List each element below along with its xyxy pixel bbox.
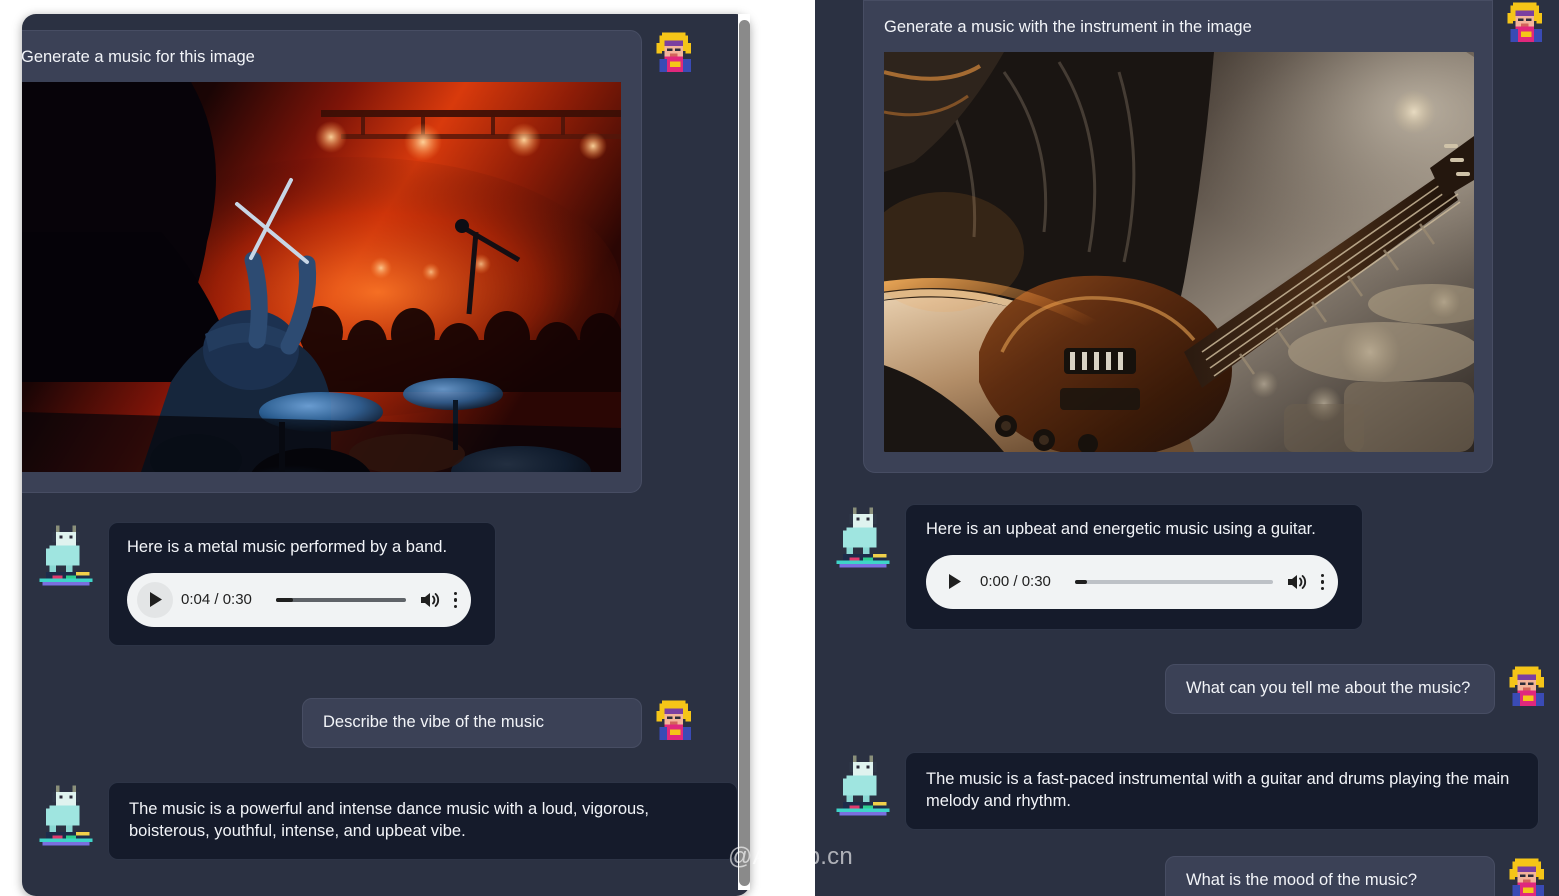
user-avatar — [654, 698, 696, 744]
user-text-bubble: What is the mood of the music? — [1165, 856, 1495, 896]
audio-progress-bar[interactable] — [1074, 579, 1273, 584]
audio-progress-fill — [1074, 579, 1087, 584]
user-avatar — [1505, 0, 1547, 46]
audio-time-label: 0:04 / 0:30 — [181, 590, 252, 608]
user-text: Describe the vibe of the music — [323, 713, 545, 731]
user-image-prompt-bubble: Generate a music for this image — [22, 30, 642, 494]
assistant-audio-text: Here is an upbeat and energetic music us… — [926, 520, 1316, 538]
user-text: What can you tell me about the music? — [1186, 679, 1471, 697]
assistant-audio-bubble: Here is a metal music performed by a ban… — [108, 522, 496, 646]
audio-progress-fill — [275, 597, 293, 602]
message-row-assistant-audio: Here is a metal music performed by a ban… — [36, 522, 696, 646]
user-avatar — [654, 30, 696, 76]
more-options-icon[interactable] — [453, 591, 457, 609]
message-row-user-image-prompt: Generate a music with the instrument in … — [827, 0, 1547, 474]
assistant-audio-bubble: Here is an upbeat and energetic music us… — [905, 504, 1363, 630]
user-text-bubble: Describe the vibe of the music — [302, 698, 642, 748]
message-row-user-text-2: What is the mood of the music? — [827, 856, 1549, 896]
assistant-audio-text: Here is a metal music performed by a ban… — [127, 538, 448, 556]
right-conversation-panel: Generate a music with the instrument in … — [815, 0, 1559, 896]
audio-progress-bar[interactable] — [275, 597, 406, 602]
user-text: What is the mood of the music? — [1186, 871, 1418, 889]
left-chat-scroll[interactable]: Generate a music for this image Here is … — [22, 14, 750, 896]
message-row-user-text-1: Describe the vibe of the music — [38, 698, 696, 748]
message-row-assistant-text-1: The music is a powerful and intense danc… — [36, 782, 750, 860]
left-panel-scrollbar-thumb[interactable] — [739, 20, 750, 886]
message-row-assistant-audio: Here is an upbeat and energetic music us… — [833, 504, 1553, 630]
message-row-assistant-text-1: The music is a fast-paced instrumental w… — [833, 752, 1555, 830]
more-options-icon[interactable] — [1320, 573, 1324, 591]
audio-player-right[interactable]: 0:00 / 0:30 — [926, 554, 1338, 609]
app-root: Generate a music for this image Here is … — [0, 0, 1559, 896]
drummer-concert-photo — [22, 82, 621, 473]
assistant-text: The music is a fast-paced instrumental w… — [926, 770, 1510, 810]
assistant-avatar — [833, 752, 893, 819]
user-avatar — [1507, 664, 1549, 710]
assistant-avatar — [833, 504, 893, 571]
play-icon[interactable] — [936, 564, 972, 600]
user-image-prompt-bubble: Generate a music with the instrument in … — [863, 0, 1493, 474]
volume-icon[interactable] — [420, 591, 440, 609]
user-text-bubble: What can you tell me about the music? — [1165, 664, 1495, 714]
user-avatar — [1507, 856, 1549, 896]
audio-time-label: 0:00 / 0:30 — [980, 572, 1051, 590]
message-row-user-image-prompt: Generate a music for this image — [22, 30, 696, 494]
left-conversation-panel: Generate a music for this image Here is … — [22, 14, 750, 896]
user-prompt-text: Generate a music with the instrument in … — [884, 18, 1252, 36]
audio-player-left[interactable]: 0:04 / 0:30 — [127, 572, 471, 627]
assistant-avatar — [36, 782, 96, 849]
electric-guitar-photo — [884, 52, 1474, 453]
right-chat-scroll[interactable]: Generate a music with the instrument in … — [815, 0, 1559, 896]
play-icon[interactable] — [137, 581, 173, 618]
assistant-text-bubble: The music is a powerful and intense danc… — [108, 782, 738, 860]
assistant-text-bubble: The music is a fast-paced instrumental w… — [905, 752, 1539, 830]
volume-icon[interactable] — [1287, 573, 1307, 591]
assistant-avatar — [36, 522, 96, 589]
message-row-user-text-1: What can you tell me about the music? — [827, 664, 1549, 714]
user-prompt-text: Generate a music for this image — [22, 48, 255, 66]
assistant-text: The music is a powerful and intense danc… — [129, 800, 650, 840]
